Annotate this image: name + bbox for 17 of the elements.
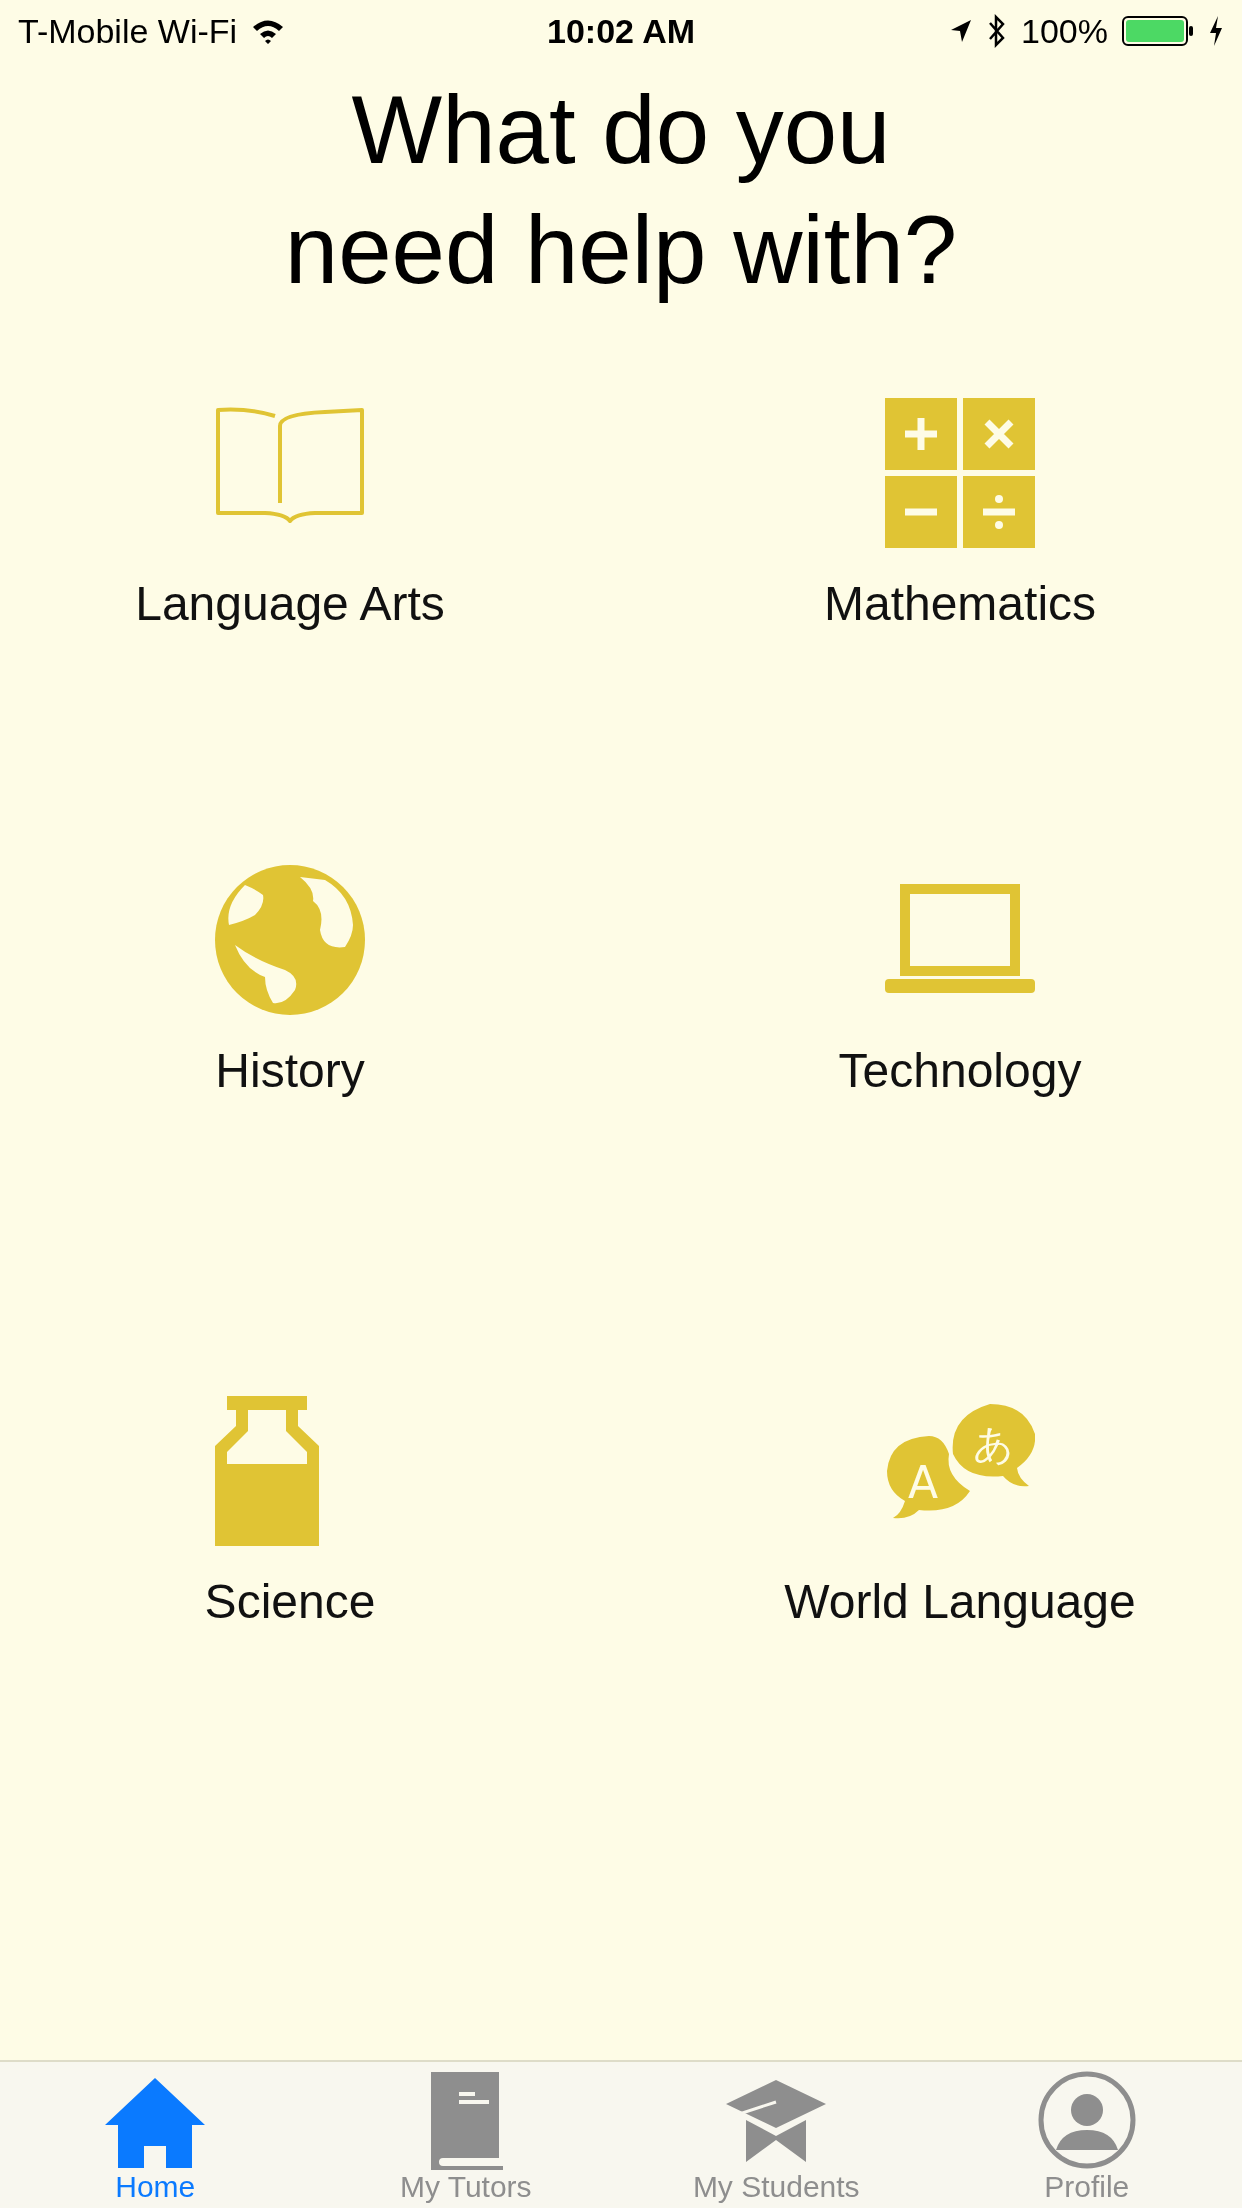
globe-icon bbox=[215, 865, 365, 1015]
battery-icon bbox=[1122, 16, 1194, 46]
location-arrow-icon bbox=[949, 18, 974, 44]
subject-label[interactable]: World Language bbox=[784, 1574, 1136, 1629]
status-time: 10:02 AM bbox=[547, 11, 695, 51]
battery-percent: 100% bbox=[1021, 11, 1108, 51]
wifi-icon bbox=[251, 18, 286, 44]
carrier-name: T-Mobile Wi-Fi bbox=[18, 11, 238, 51]
subject-label[interactable]: Language Arts bbox=[135, 576, 445, 631]
calculator-icon bbox=[885, 398, 1035, 548]
subject-label[interactable]: Science bbox=[204, 1574, 376, 1629]
page-title: What do you need help with? bbox=[283, 75, 959, 305]
tab-item[interactable]: Home bbox=[0, 2062, 311, 2208]
subject-label[interactable]: History bbox=[215, 1043, 365, 1098]
subject-label[interactable]: Technology bbox=[838, 1043, 1082, 1098]
subject-label[interactable]: Mathematics bbox=[823, 576, 1097, 631]
charging-bolt-icon bbox=[1208, 16, 1224, 46]
